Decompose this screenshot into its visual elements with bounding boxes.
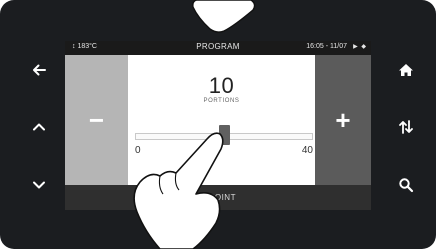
oven-control-panel: ↕ 183°C PROGRAM 16:05 - 11/07 ▶ ◆ − + 10… — [0, 0, 436, 249]
increase-button[interactable]: + — [315, 55, 371, 185]
chevron-up-icon — [33, 123, 45, 131]
search-icon — [399, 178, 414, 193]
sort-arrows-icon — [399, 120, 413, 134]
plus-icon: + — [335, 104, 351, 135]
portions-value: 10 — [208, 73, 235, 98]
footer-label: R POINT — [200, 193, 236, 202]
back-arrow-icon — [33, 64, 46, 76]
footer-bar[interactable]: R POINT — [65, 185, 371, 210]
display-screen: ↕ 183°C PROGRAM 16:05 - 11/07 ▶ ◆ − + 10… — [65, 41, 371, 210]
scroll-down-button[interactable] — [26, 172, 52, 198]
chevron-down-icon — [33, 181, 45, 189]
status-icons: ▶ ◆ — [353, 44, 367, 50]
sort-button[interactable] — [393, 114, 419, 140]
scroll-up-button[interactable] — [26, 114, 52, 140]
decrease-button[interactable]: − — [65, 55, 128, 185]
back-button[interactable] — [26, 57, 52, 83]
slider-max-label: 40 — [301, 145, 313, 156]
portions-slider-thumb[interactable] — [218, 125, 230, 145]
home-icon — [399, 64, 413, 76]
search-button[interactable] — [393, 172, 419, 198]
home-button[interactable] — [393, 57, 419, 83]
slider-min-label: 0 — [135, 145, 141, 156]
status-bar: ↕ 183°C PROGRAM 16:05 - 11/07 ▶ ◆ — [65, 41, 371, 55]
portions-unit: PORTIONS — [203, 98, 240, 104]
minus-icon: − — [88, 104, 105, 135]
date-time: 16:05 - 11/07 — [306, 43, 347, 50]
